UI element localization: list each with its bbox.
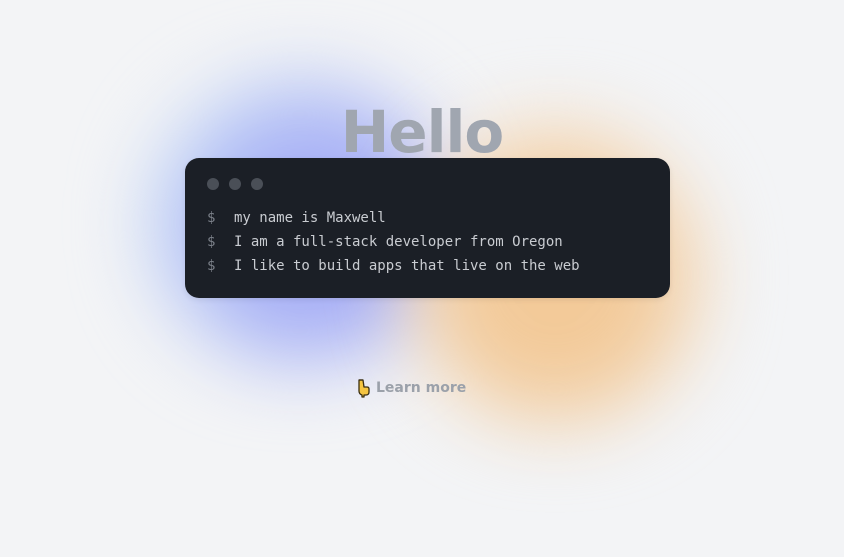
terminal-line-text: my name is Maxwell — [234, 210, 386, 226]
window-dot-close — [207, 178, 219, 190]
terminal-lines: $ my name is Maxwell $ I am a full-stack… — [207, 206, 580, 278]
window-controls — [207, 178, 263, 190]
terminal-window: $ my name is Maxwell $ I am a full-stack… — [185, 158, 670, 298]
terminal-line: $ I am a full-stack developer from Orego… — [207, 230, 580, 254]
page: Hello $ my name is Maxwell $ I am a full… — [0, 0, 844, 557]
terminal-line-text: I am a full-stack developer from Oregon — [234, 234, 563, 250]
terminal-line: $ I like to build apps that live on the … — [207, 254, 580, 278]
window-dot-minimize — [229, 178, 241, 190]
prompt-symbol: $ — [207, 210, 216, 226]
learn-more-link[interactable]: Learn more — [356, 378, 466, 398]
pointing-down-hand-icon — [356, 378, 372, 398]
terminal-line: $ my name is Maxwell — [207, 206, 580, 230]
learn-more-label: Learn more — [376, 380, 467, 396]
window-dot-maximize — [251, 178, 263, 190]
prompt-symbol: $ — [207, 258, 216, 274]
prompt-symbol: $ — [207, 234, 216, 250]
terminal-line-text: I like to build apps that live on the we… — [234, 258, 580, 274]
